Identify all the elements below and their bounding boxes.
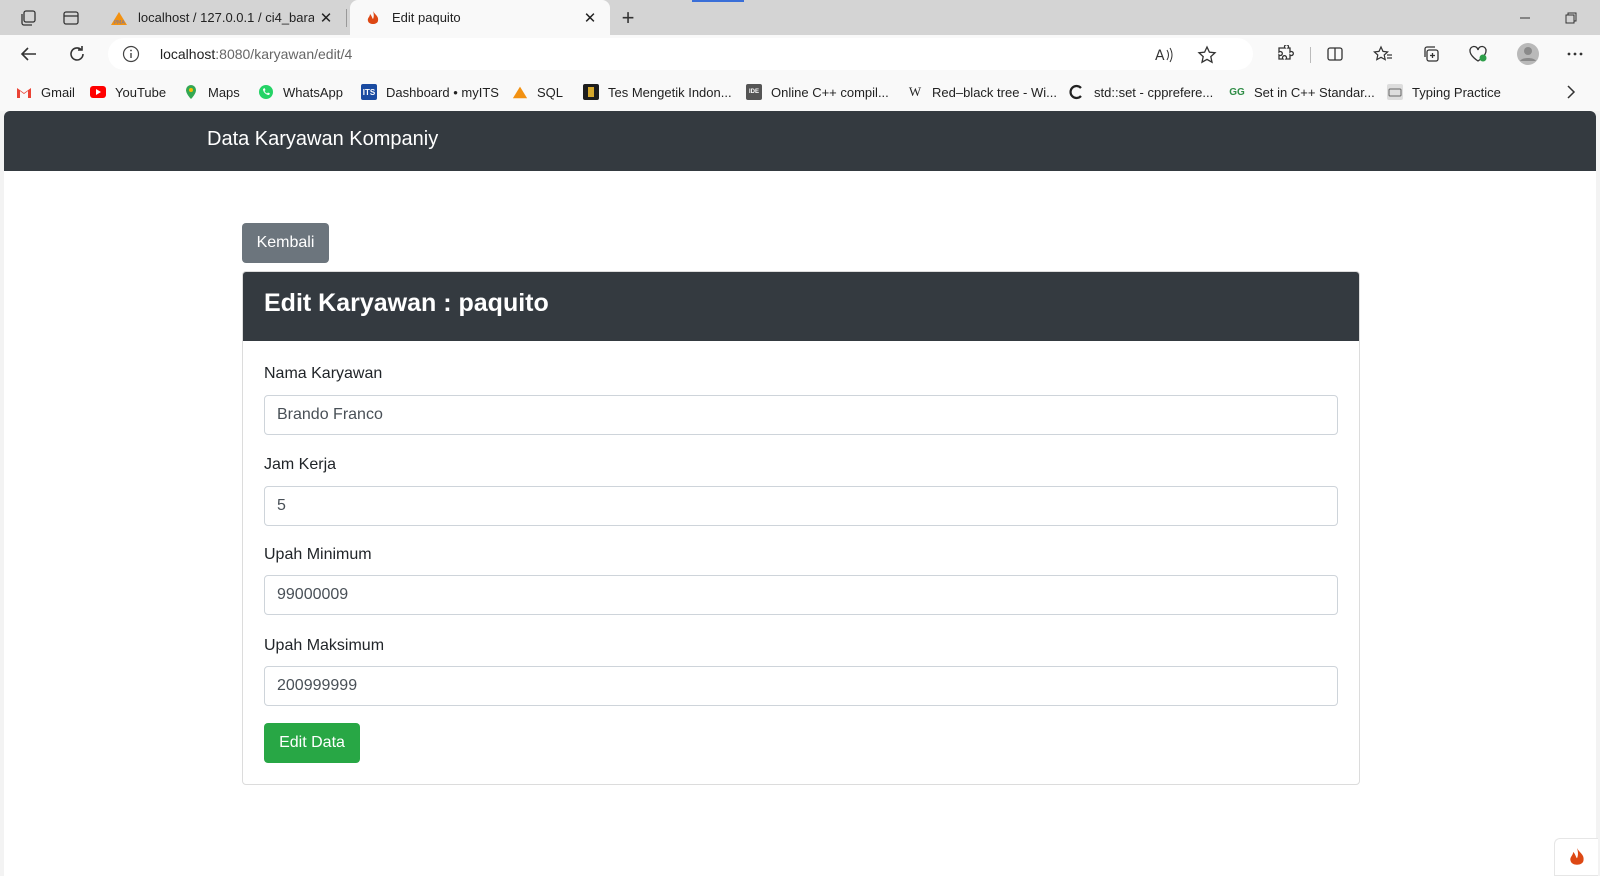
restore-icon[interactable] [1551,5,1591,31]
youtube-icon [90,84,106,100]
upah-minimum-input[interactable] [264,575,1338,615]
bookmark-label: Set in C++ Standar... [1254,84,1375,100]
bookmark-typing-practice[interactable]: Typing Practice [1387,81,1501,103]
bookmark-label: Online C++ compil... [771,84,889,100]
bookmark-label: Maps [208,84,240,100]
myits-icon: ITS [361,84,377,100]
settings-more-icon[interactable] [1560,39,1590,69]
address-bar[interactable]: localhost:8080/karyawan/edit/4 A [108,38,1253,70]
bookmark-ideone[interactable]: IDE Online C++ compil... [746,81,889,103]
bookmark-wikipedia[interactable]: W Red–black tree - Wi... [907,81,1057,103]
jam-kerja-label: Jam Kerja [264,456,337,473]
extensions-icon[interactable] [1270,39,1300,69]
close-tab-icon[interactable]: ✕ [578,9,602,27]
tab-progress-indicator [692,0,744,2]
gmail-icon [16,84,32,100]
close-tab-icon[interactable]: ✕ [314,9,338,27]
url-text[interactable]: localhost:8080/karyawan/edit/4 [160,46,352,62]
bookmark-label: SQL [537,84,564,100]
toolbar-divider [1310,47,1311,63]
bookmark-maps[interactable]: Maps [183,81,240,103]
phpmyadmin-icon [512,84,528,100]
browser-tab-strip: PMA localhost / 127.0.0.1 / ci4_barang ✕… [0,0,1600,35]
upah-maksimum-label: Upah Maksimum [264,637,385,654]
bookmark-label: Typing Practice [1412,84,1501,100]
codeigniter-debug-toolbar-icon[interactable] [1554,838,1598,876]
new-tab-button[interactable]: + [614,4,642,32]
bookmark-cppreference[interactable]: std::set - cpprefere... [1069,81,1213,103]
navbar: Data Karyawan Kompaniy [4,111,1596,171]
refresh-icon[interactable] [62,39,92,69]
workspaces-icon[interactable] [14,5,42,31]
cppreference-icon [1069,84,1085,100]
favorites-icon[interactable] [1368,39,1398,69]
minimize-icon[interactable] [1505,5,1545,31]
tab-actions-icon[interactable] [57,5,85,31]
tab-title: Edit paquito [392,10,461,25]
bookmark-geeksforgeeks[interactable]: GG Set in C++ Standar... [1229,81,1375,103]
url-path: :8080/karyawan/edit/4 [215,46,353,62]
read-aloud-icon[interactable]: A [1153,44,1175,66]
back-arrow-icon[interactable] [14,39,44,69]
ideone-icon: IDE [746,84,762,100]
edit-form-card: Edit Karyawan : paquito Nama Karyawan Ja… [242,271,1360,785]
favorite-star-icon[interactable] [1196,44,1218,66]
bookmark-label: std::set - cpprefere... [1094,84,1214,100]
bookmark-gmail[interactable]: Gmail [16,81,75,103]
upah-maksimum-input[interactable] [264,666,1338,706]
bookmark-tes-mengetik[interactable]: Tes Mengetik Indon... [583,81,732,103]
geeksforgeeks-icon: GG [1229,86,1245,98]
site-info-icon[interactable] [122,45,140,63]
bookmark-sql[interactable]: SQL [512,81,563,103]
chevron-right-icon[interactable] [1560,81,1582,103]
browser-toolbar: localhost:8080/karyawan/edit/4 A [0,35,1600,73]
card-header: Edit Karyawan : paquito [243,272,1359,341]
keyboard-icon [1387,84,1403,100]
bookmark-label: Gmail [41,84,75,100]
profile-avatar[interactable] [1513,39,1543,69]
typing-test-icon [583,84,599,100]
tab-edit-paquito[interactable]: Edit paquito ✕ [350,0,610,35]
whatsapp-icon [258,84,274,100]
svg-text:PMA: PMA [114,20,125,26]
page-viewport: Data Karyawan Kompaniy Kembali Edit Kary… [4,111,1596,876]
split-screen-icon[interactable] [1320,39,1350,69]
nama-karyawan-input[interactable] [264,395,1338,435]
bookmark-myits[interactable]: ITS Dashboard • myITS [361,81,499,103]
codeigniter-flame-icon [364,9,382,27]
maps-icon [183,84,199,100]
svg-text:A: A [1155,48,1165,64]
tab-phpmyadmin[interactable]: PMA localhost / 127.0.0.1 / ci4_barang ✕ [96,0,346,35]
bookmarks-bar: Gmail YouTube Maps WhatsApp ITS Dashboar… [0,73,1600,111]
upah-minimum-label: Upah Minimum [264,546,372,563]
bookmark-label: Red–black tree - Wi... [932,84,1057,100]
page-title: Edit Karyawan : paquito [264,289,549,317]
bookmark-youtube[interactable]: YouTube [90,81,166,103]
jam-kerja-input[interactable] [264,486,1338,526]
wikipedia-icon: W [908,84,922,99]
nama-karyawan-label: Nama Karyawan [264,365,383,382]
back-button[interactable]: Kembali [242,223,329,263]
bookmark-label: Dashboard • myITS [386,84,499,100]
bookmark-label: YouTube [115,84,167,100]
bookmark-label: WhatsApp [283,84,343,100]
navbar-brand[interactable]: Data Karyawan Kompaniy [207,128,438,151]
bookmark-whatsapp[interactable]: WhatsApp [258,81,343,103]
edit-data-button[interactable]: Edit Data [264,723,360,763]
collections-icon[interactable] [1416,39,1446,69]
url-host: localhost [160,46,216,62]
phpmyadmin-icon: PMA [110,9,128,27]
tab-title: localhost / 127.0.0.1 / ci4_barang [138,10,314,25]
tab-separator [346,9,347,27]
browser-essentials-icon[interactable] [1463,39,1493,69]
bookmark-label: Tes Mengetik Indon... [608,84,732,100]
